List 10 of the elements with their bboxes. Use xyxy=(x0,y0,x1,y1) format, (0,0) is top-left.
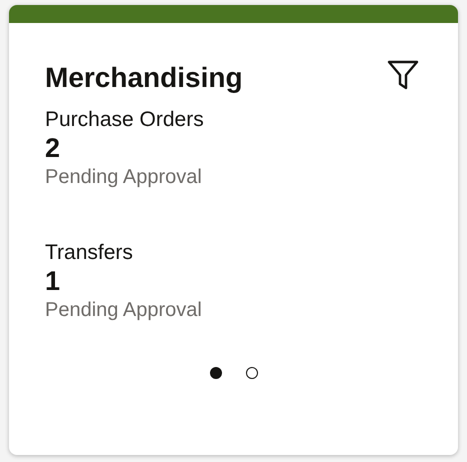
filter-icon[interactable] xyxy=(387,59,419,91)
item-label: Transfers xyxy=(45,240,134,266)
status-text: Pending Approval xyxy=(45,164,203,190)
card-title: Merchandising xyxy=(45,61,243,95)
item-label: Purchase Orders xyxy=(45,106,205,133)
page-indicator-dot[interactable] xyxy=(246,367,258,380)
item-count: 2 xyxy=(45,132,62,164)
page-indicator-dot[interactable] xyxy=(210,367,222,380)
status-text: Pending Approval xyxy=(45,298,203,324)
item-count: 1 xyxy=(45,266,62,298)
